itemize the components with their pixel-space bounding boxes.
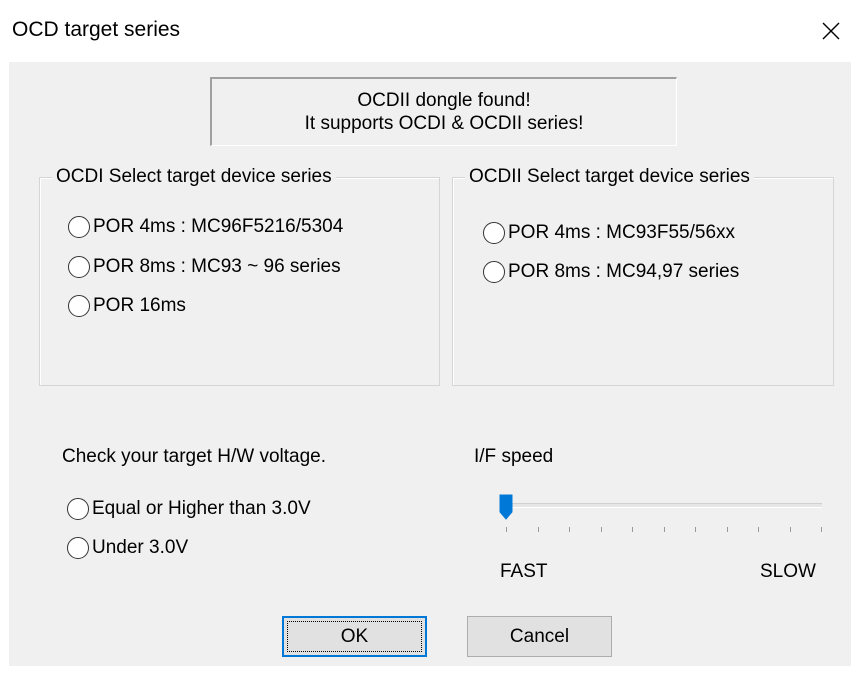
cancel-button-label: Cancel <box>509 625 570 647</box>
close-button[interactable] <box>803 0 859 62</box>
radio-button-icon <box>68 216 90 238</box>
speed-max-label: SLOW <box>760 561 816 582</box>
slider-tick <box>789 527 791 532</box>
slider-tick <box>821 527 822 532</box>
radio-voltage-under-3v[interactable]: Under 3.0V <box>67 536 188 560</box>
radio-voltage-3v-or-higher[interactable]: Equal or Higher than 3.0V <box>67 497 311 521</box>
ocdi-group: OCDI Select target device series <box>39 164 440 386</box>
radio-button-icon <box>67 537 89 559</box>
slider-tick <box>726 527 728 532</box>
slider-thumb[interactable] <box>499 494 513 520</box>
radio-label: POR 16ms <box>93 295 186 316</box>
slider-tick <box>632 527 633 532</box>
ocd-target-series-dialog: OCD target series OCDII dongle found! It… <box>0 0 859 677</box>
close-icon <box>822 22 840 40</box>
dialog-body: OCDII dongle found! It supports OCDI & O… <box>9 62 851 666</box>
radio-ocdi-por-8ms[interactable]: POR 8ms : MC93 ~ 96 series <box>68 255 341 279</box>
radio-label: Equal or Higher than 3.0V <box>92 498 311 519</box>
slider-track[interactable] <box>504 503 822 508</box>
slider-tick <box>506 527 507 532</box>
radio-button-icon <box>67 498 89 520</box>
slider-tick <box>537 527 539 532</box>
slider-tick <box>663 527 665 532</box>
radio-button-icon <box>483 261 505 283</box>
radio-ocdii-por-4ms[interactable]: POR 4ms : MC93F55/56xx <box>483 221 735 245</box>
slider-tick <box>695 527 696 532</box>
radio-button-icon <box>483 222 505 244</box>
voltage-label: Check your target H/W voltage. <box>62 446 326 467</box>
radio-button-icon <box>68 256 90 278</box>
radio-button-icon <box>68 295 90 317</box>
ok-button[interactable]: OK <box>282 616 427 657</box>
radio-ocdi-por-4ms[interactable]: POR 4ms : MC96F5216/5304 <box>68 215 343 239</box>
banner-line-2: It supports OCDI & OCDII series! <box>304 113 584 134</box>
speed-min-label: FAST <box>500 561 548 582</box>
speed-label: I/F speed <box>474 446 554 467</box>
slider-tick <box>569 527 570 532</box>
ocdii-group-legend: OCDII Select target device series <box>465 164 754 190</box>
radio-ocdii-por-8ms[interactable]: POR 8ms : MC94,97 series <box>483 260 739 284</box>
ocdi-group-legend: OCDI Select target device series <box>52 164 336 190</box>
banner-line-1: OCDII dongle found! <box>357 90 531 111</box>
radio-label: POR 4ms : MC93F55/56xx <box>508 222 736 243</box>
slider-tick <box>600 527 602 532</box>
radio-label: POR 8ms : MC93 ~ 96 series <box>93 256 341 277</box>
radio-label: Under 3.0V <box>92 537 189 558</box>
title-bar: OCD target series <box>0 0 859 62</box>
status-banner: OCDII dongle found! It supports OCDI & O… <box>210 77 677 146</box>
slider-tick <box>758 527 759 532</box>
radio-ocdi-por-16ms[interactable]: POR 16ms <box>68 294 186 318</box>
radio-label: POR 8ms : MC94,97 series <box>508 261 740 282</box>
window-title: OCD target series <box>12 18 181 41</box>
focus-rect <box>287 621 422 652</box>
cancel-button[interactable]: Cancel <box>467 616 612 657</box>
radio-label: POR 4ms : MC96F5216/5304 <box>93 216 344 237</box>
